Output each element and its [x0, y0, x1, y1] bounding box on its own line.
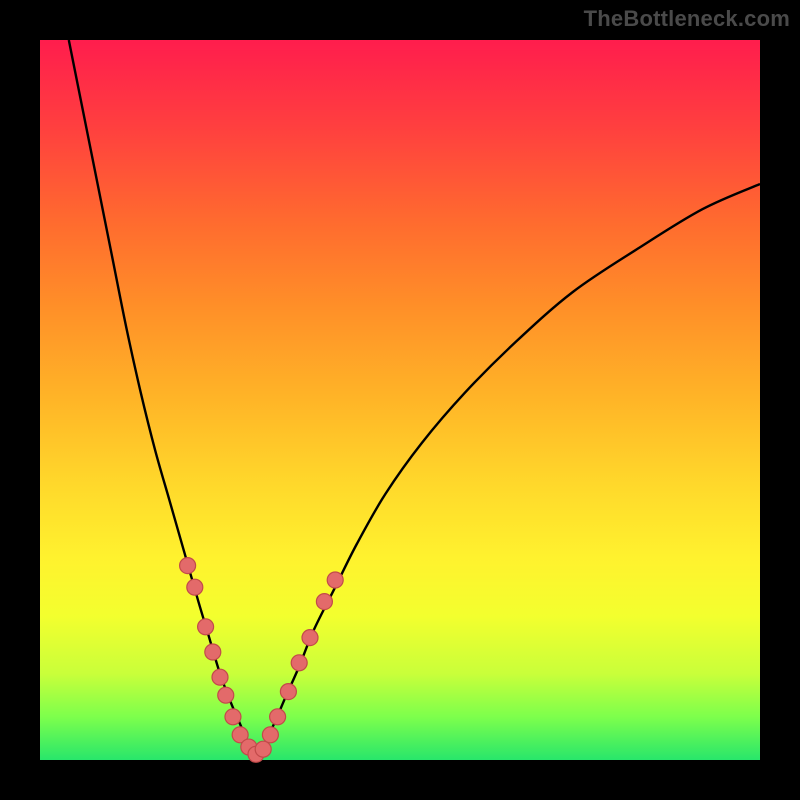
data-point: [291, 655, 307, 671]
data-point: [270, 709, 286, 725]
data-point: [187, 579, 203, 595]
data-point: [255, 741, 271, 757]
data-point: [198, 619, 214, 635]
data-point: [180, 558, 196, 574]
data-point: [316, 594, 332, 610]
chart-frame: TheBottleneck.com: [0, 0, 800, 800]
chart-svg: [40, 40, 760, 760]
data-point: [205, 644, 221, 660]
data-point: [302, 630, 318, 646]
scatter-points: [180, 558, 344, 763]
watermark-text: TheBottleneck.com: [584, 6, 790, 32]
curve-right-branch: [256, 184, 760, 756]
data-point: [218, 687, 234, 703]
data-point: [327, 572, 343, 588]
curve-left-branch: [69, 40, 256, 756]
data-point: [262, 727, 278, 743]
plot-area: [40, 40, 760, 760]
data-point: [225, 709, 241, 725]
data-point: [212, 669, 228, 685]
data-point: [280, 684, 296, 700]
